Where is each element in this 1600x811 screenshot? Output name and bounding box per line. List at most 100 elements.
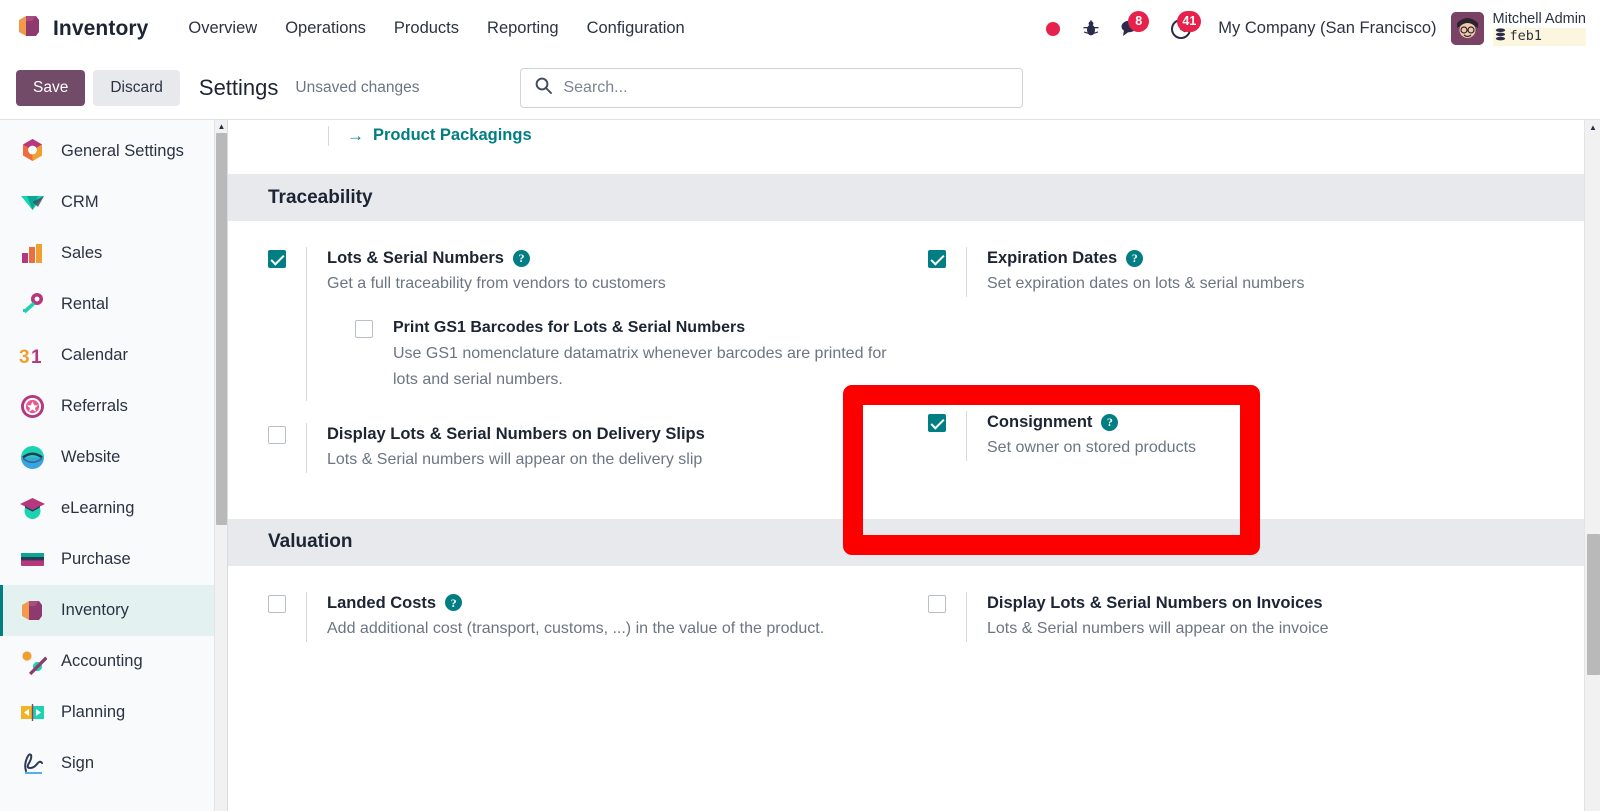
menu-operations[interactable]: Operations xyxy=(271,13,380,44)
menu-reporting[interactable]: Reporting xyxy=(473,13,573,44)
sidebar-item-label: Rental xyxy=(61,295,109,313)
setting-text: Display Lots & Serial Numbers on Invoice… xyxy=(966,591,1584,642)
setting-title-row: Lots & Serial Numbers ? xyxy=(327,247,906,269)
inventory-box-icon xyxy=(18,596,47,625)
setting-lots-serial-numbers: Lots & Serial Numbers ? Get a full trace… xyxy=(268,247,906,401)
sidebar-item-label: Accounting xyxy=(61,652,143,670)
setting-title: Lots & Serial Numbers xyxy=(327,249,504,267)
traceability-left-column: Lots & Serial Numbers ? Get a full trace… xyxy=(228,247,906,481)
scroll-up-arrow[interactable]: ▲ xyxy=(215,120,227,133)
menu-products[interactable]: Products xyxy=(380,13,473,44)
app-brand[interactable]: Inventory xyxy=(16,12,148,45)
scroll-up-arrow[interactable]: ▲ xyxy=(1585,120,1600,134)
settings-gear-icon xyxy=(18,137,47,166)
discard-button[interactable]: Discard xyxy=(93,70,180,106)
help-icon[interactable]: ? xyxy=(512,249,530,267)
settings-sidebar: General Settings CRM Sales Rental 3 1 Ca… xyxy=(0,120,228,811)
sidebar-item-calendar[interactable]: 3 1 Calendar xyxy=(0,330,227,381)
product-packagings-link[interactable]: → Product Packagings xyxy=(347,126,532,145)
section-header-valuation: Valuation xyxy=(228,518,1584,566)
valuation-right-column: Display Lots & Serial Numbers on Invoice… xyxy=(906,591,1584,650)
sidebar-scrollbar[interactable]: ▲ xyxy=(214,120,227,811)
sales-bars-icon xyxy=(18,239,47,268)
setting-description: Lots & Serial numbers will appear on the… xyxy=(987,620,1329,638)
sidebar-item-inventory[interactable]: Inventory xyxy=(0,585,227,636)
sidebar-item-elearning[interactable]: eLearning xyxy=(0,483,227,534)
setting-description: Set owner on stored products xyxy=(987,439,1197,457)
main-scrollbar[interactable]: ▲ xyxy=(1584,120,1600,811)
print-gs1-barcodes-checkbox[interactable] xyxy=(355,320,373,339)
setting-text: Expiration Dates ? Set expiration dates … xyxy=(966,247,1584,298)
checkbox-cell xyxy=(928,247,966,297)
checkbox-cell xyxy=(268,592,306,642)
rental-key-icon xyxy=(18,290,47,319)
settings-main: → Product Packagings Traceability Lots &… xyxy=(228,120,1600,811)
planning-icon xyxy=(18,698,47,727)
setting-title: Print GS1 Barcodes for Lots & Serial Num… xyxy=(393,319,746,337)
display-lots-delivery-slips-checkbox[interactable] xyxy=(268,425,286,444)
sidebar-item-label: eLearning xyxy=(61,499,135,517)
setting-description: Get a full traceability from vendors to … xyxy=(327,275,666,293)
sidebar-item-referrals[interactable]: Referrals xyxy=(0,381,227,432)
help-icon[interactable]: ? xyxy=(1101,413,1119,431)
help-icon[interactable]: ? xyxy=(1126,249,1144,267)
sidebar-item-crm[interactable]: CRM xyxy=(0,177,227,228)
main-scroll-thumb[interactable] xyxy=(1587,534,1600,675)
user-name: Mitchell Admin xyxy=(1492,11,1586,28)
sidebar-item-label: CRM xyxy=(61,193,99,211)
sidebar-item-website[interactable]: Website xyxy=(0,432,227,483)
setting-title-row: Consignment ? xyxy=(987,411,1584,433)
checkbox-cell xyxy=(928,592,966,642)
help-icon[interactable]: ? xyxy=(445,594,463,612)
purchase-card-icon xyxy=(18,545,47,574)
traceability-grid: Lots & Serial Numbers ? Get a full trace… xyxy=(228,221,1584,487)
setting-title-row: Landed Costs ? xyxy=(327,592,906,614)
checkbox-cell xyxy=(268,423,306,473)
sidebar-list: General Settings CRM Sales Rental 3 1 Ca… xyxy=(0,120,227,789)
avatar xyxy=(1450,12,1484,45)
setting-landed-costs: Landed Costs ? Add additional cost (tran… xyxy=(268,591,906,642)
sidebar-scroll-thumb[interactable] xyxy=(216,133,227,525)
messages-icon[interactable]: 8 xyxy=(1110,10,1150,48)
sidebar-item-general-settings[interactable]: General Settings xyxy=(0,126,227,177)
lots-serial-numbers-checkbox[interactable] xyxy=(268,250,286,268)
search-box[interactable] xyxy=(520,68,1024,108)
menu-overview[interactable]: Overview xyxy=(174,13,271,44)
setting-expiration-dates: Expiration Dates ? Set expiration dates … xyxy=(928,247,1584,298)
save-button[interactable]: Save xyxy=(16,70,86,106)
sidebar-item-planning[interactable]: Planning xyxy=(0,687,227,738)
valuation-grid: Landed Costs ? Add additional cost (tran… xyxy=(228,566,1584,656)
sidebar-item-sales[interactable]: Sales xyxy=(0,228,227,279)
setting-text: Lots & Serial Numbers ? Get a full trace… xyxy=(306,247,906,401)
user-menu[interactable]: Mitchell Admin feb1 xyxy=(1450,11,1586,46)
setting-title: Display Lots & Serial Numbers on Deliver… xyxy=(327,424,705,443)
setting-title-row: Print GS1 Barcodes for Lots & Serial Num… xyxy=(393,317,906,339)
sidebar-item-label: Purchase xyxy=(61,550,131,568)
setting-title: Consignment xyxy=(987,413,1093,432)
database-name: feb1 xyxy=(1509,28,1543,45)
setting-title-row: Display Lots & Serial Numbers on Deliver… xyxy=(327,423,906,445)
setting-text: Display Lots & Serial Numbers on Deliver… xyxy=(306,422,906,473)
setting-title-row: Expiration Dates ? xyxy=(987,247,1584,269)
sidebar-item-sign[interactable]: Sign xyxy=(0,738,227,789)
search-input[interactable] xyxy=(561,69,1009,107)
landed-costs-checkbox[interactable] xyxy=(268,594,286,613)
sidebar-item-purchase[interactable]: Purchase xyxy=(0,534,227,585)
sidebar-item-label: Website xyxy=(61,448,121,466)
sidebar-item-accounting[interactable]: Accounting xyxy=(0,636,227,687)
page-title: Settings xyxy=(198,75,279,100)
consignment-checkbox[interactable] xyxy=(928,414,946,433)
unsaved-changes-indicator: Unsaved changes xyxy=(295,79,420,96)
display-lots-invoices-checkbox[interactable] xyxy=(928,594,946,613)
bug-icon[interactable] xyxy=(1072,10,1110,48)
svg-text:3: 3 xyxy=(19,347,30,368)
clock-activities-icon[interactable]: 41 xyxy=(1162,10,1202,48)
company-switcher[interactable]: My Company (San Francisco) xyxy=(1218,19,1436,38)
record-dot-icon[interactable] xyxy=(1034,10,1072,48)
sidebar-item-rental[interactable]: Rental xyxy=(0,279,227,330)
database-badge: feb1 xyxy=(1492,28,1586,46)
sidebar-item-label: General Settings xyxy=(61,142,184,160)
expiration-dates-checkbox[interactable] xyxy=(928,250,946,268)
navbar-systray: 8 41 My Company (San Francisco) Mitchell… xyxy=(1034,10,1586,48)
menu-configuration[interactable]: Configuration xyxy=(573,13,699,44)
